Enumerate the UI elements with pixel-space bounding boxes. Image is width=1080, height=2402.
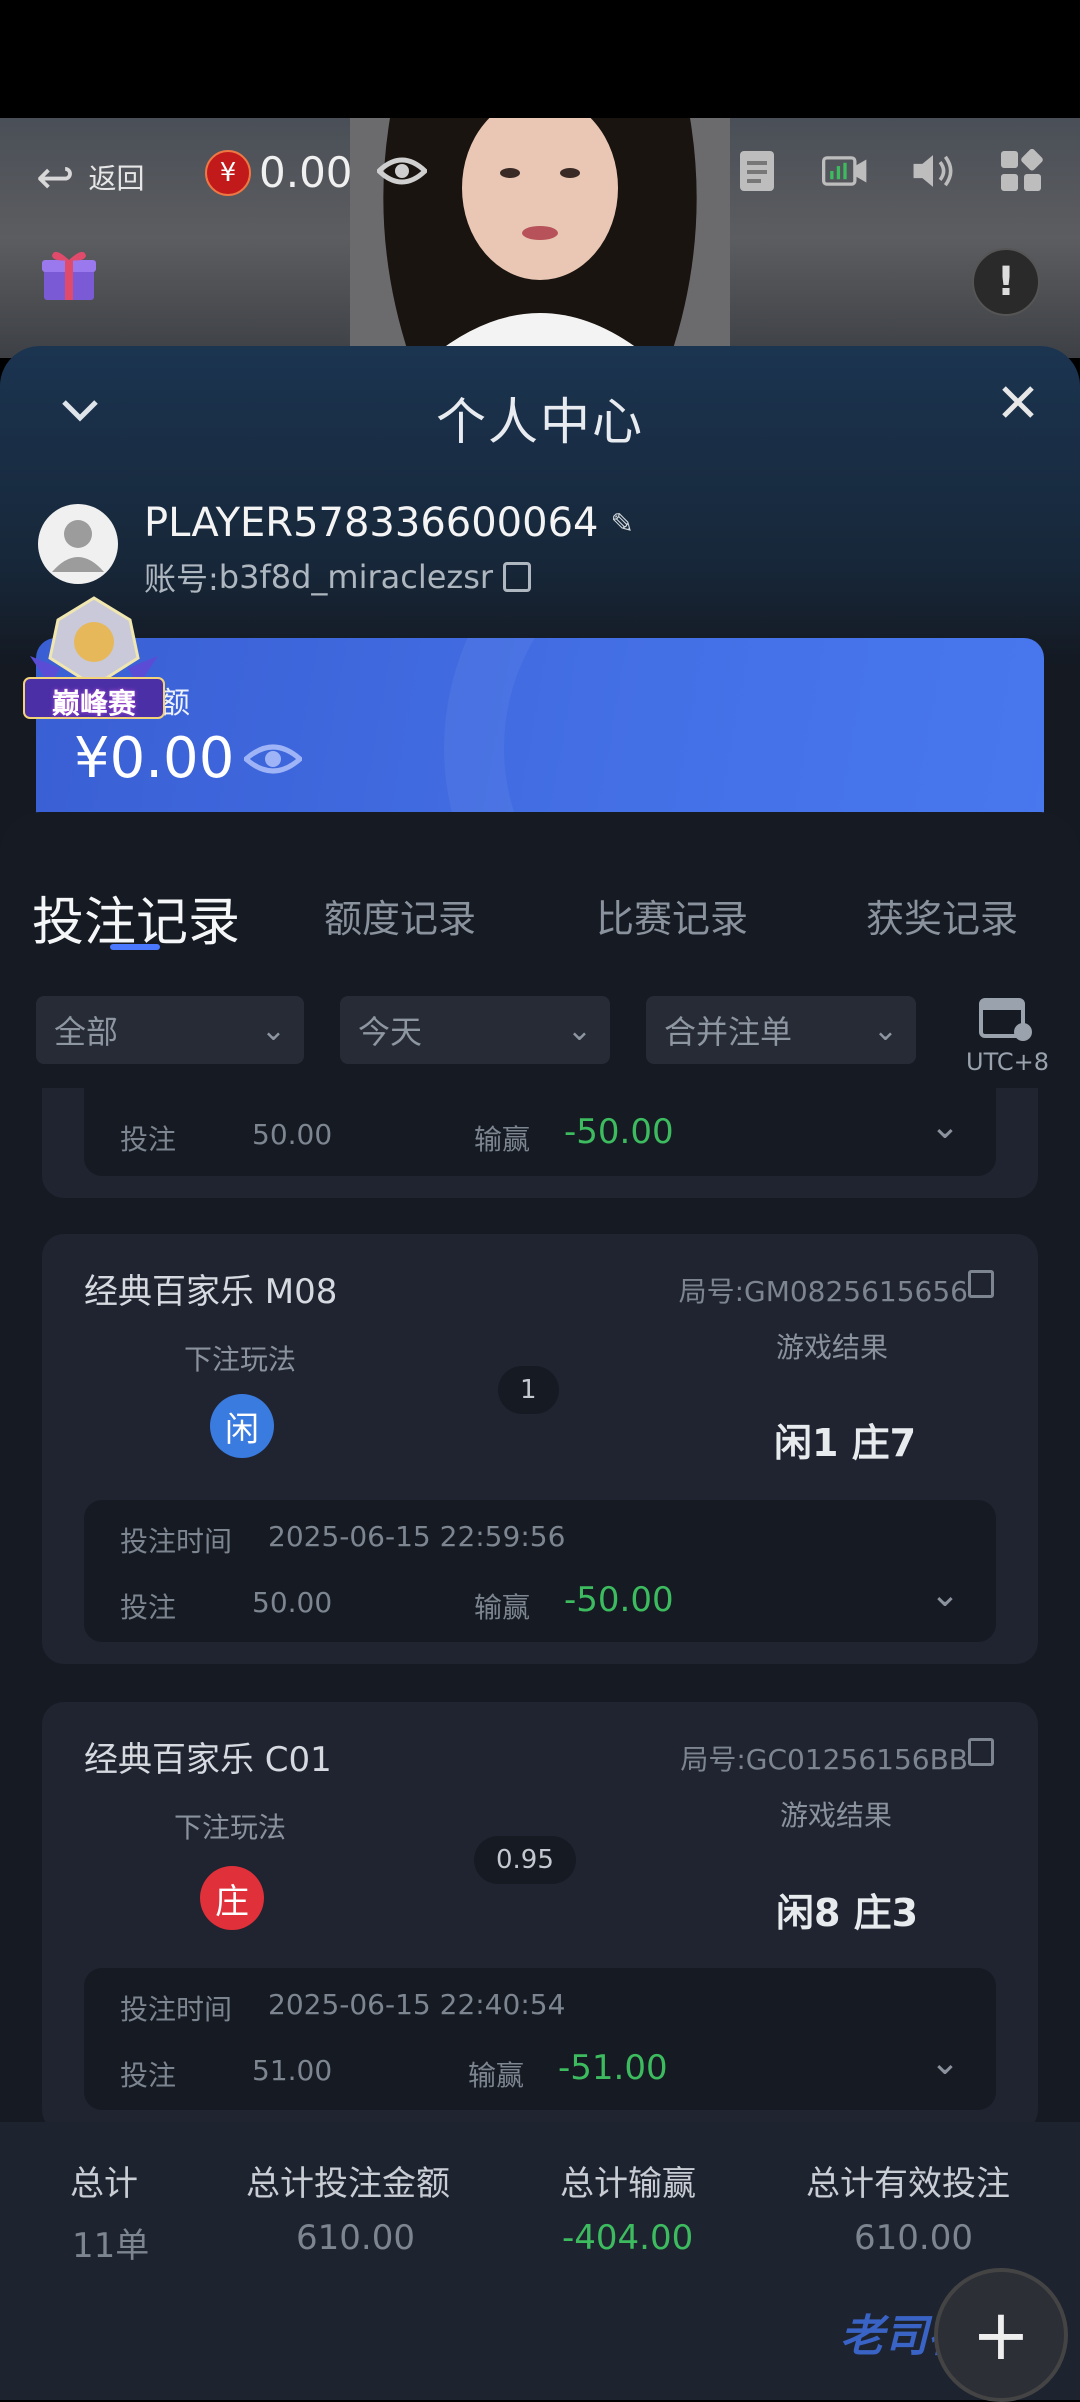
- warning-icon[interactable]: !: [972, 248, 1040, 316]
- video-camera-icon[interactable]: [822, 148, 868, 194]
- filter-date-value: 今天: [358, 1013, 423, 1051]
- eye-icon[interactable]: [242, 726, 305, 791]
- bet-amount: 51.00: [252, 2054, 333, 2087]
- game-result: 闲1 庄7: [774, 1421, 917, 1465]
- summary-total-value: 11单: [72, 2226, 150, 2266]
- top-balance: ¥ 0.00: [205, 148, 429, 197]
- expand-chevron-icon[interactable]: ⌄: [930, 1106, 960, 1147]
- top-balance-value: 0.00: [259, 148, 353, 197]
- bet-amount: 50.00: [252, 1118, 333, 1151]
- game-result-label: 游戏结果: [776, 1331, 889, 1364]
- bet-time: 2025-06-15 22:59:56: [268, 1520, 566, 1553]
- win-label: 输赢: [474, 1123, 531, 1156]
- back-arrow-icon: ↩: [36, 150, 75, 204]
- bet-detail-box: 投注时间 2025-06-15 22:40:54 投注 51.00 输赢 -51…: [84, 1968, 996, 2110]
- panel-title: 个人中心: [436, 393, 644, 451]
- bet-label: 投注: [120, 2059, 177, 2092]
- bet-time-label: 投注时间: [120, 1993, 233, 2026]
- account-value: b3f8d_miraclezsr: [218, 558, 494, 596]
- round-id: 局号:GM0825615656: [678, 1275, 968, 1308]
- copy-icon[interactable]: [968, 1738, 994, 1766]
- bet-record-card: 经典百家乐 M08 局号:GM0825615656 下注玩法 闲 1 游戏结果 …: [42, 1234, 1038, 1664]
- filter-merge-value: 合并注单: [664, 1013, 793, 1051]
- tab-prize-records[interactable]: 获奖记录: [866, 888, 1018, 943]
- account-label: 账号:: [144, 560, 219, 598]
- grid-menu-icon[interactable]: [998, 148, 1044, 194]
- edit-pencil-icon[interactable]: ✎: [610, 507, 633, 540]
- round-id: 局号:GC01256156BB: [680, 1743, 968, 1776]
- gift-icon[interactable]: [40, 244, 98, 302]
- balance-amount: ¥0.00: [74, 726, 235, 791]
- back-label: 返回: [88, 162, 145, 195]
- win-label: 输赢: [474, 1591, 531, 1624]
- chevron-down-icon: ⌄: [260, 1012, 286, 1048]
- odds-pill: 1: [498, 1366, 559, 1414]
- bet-type-badge: 闲: [210, 1394, 274, 1458]
- avatar[interactable]: [38, 504, 118, 584]
- chevron-down-icon: ⌄: [566, 1012, 592, 1048]
- bet-time: 2025-06-15 22:40:54: [268, 1988, 566, 2021]
- win-amount: -50.00: [564, 1112, 674, 1152]
- summary-win-value: -404.00: [562, 2218, 694, 2258]
- win-amount: -51.00: [558, 2048, 668, 2088]
- win-amount: -50.00: [564, 1580, 674, 1620]
- expand-chevron-icon[interactable]: ⌄: [930, 2042, 960, 2083]
- bet-record-card: 经典百家乐 C01 局号:GC01256156BB 下注玩法 庄 0.95 游戏…: [42, 1702, 1038, 2132]
- bet-play-label: 下注玩法: [174, 1811, 287, 1844]
- copy-icon[interactable]: [503, 562, 532, 592]
- summary-bet-label: 总计投注金额: [246, 2164, 450, 2204]
- account-row: 账号: b3f8d_miraclezsr: [144, 554, 532, 600]
- copy-icon[interactable]: [968, 1270, 994, 1298]
- game-result: 闲8 庄3: [776, 1891, 919, 1935]
- calendar-button[interactable]: UTC+8: [966, 994, 1049, 1076]
- game-name: 经典百家乐 C01: [84, 1740, 332, 1780]
- badge-text: 巅峰赛: [51, 687, 136, 720]
- bet-play-label: 下注玩法: [184, 1343, 297, 1376]
- eye-icon[interactable]: [374, 148, 429, 197]
- yen-icon: ¥: [205, 149, 251, 196]
- player-name-row[interactable]: PLAYER578336600064 ✎: [144, 500, 634, 546]
- timezone-label: UTC+8: [966, 1048, 1049, 1076]
- chevron-down-icon: ⌄: [872, 1012, 898, 1048]
- filter-date-select[interactable]: 今天 ⌄: [340, 996, 610, 1064]
- tab-match-records[interactable]: 比赛记录: [596, 888, 748, 943]
- active-tab-indicator: [110, 944, 160, 950]
- tournament-badge[interactable]: 巅峰赛: [20, 596, 168, 724]
- bet-label: 投注: [120, 1123, 177, 1156]
- filter-type-select[interactable]: 全部 ⌄: [36, 996, 304, 1064]
- tab-credit-records[interactable]: 额度记录: [324, 888, 476, 943]
- summary-bet-value: 610.00: [296, 2218, 415, 2258]
- volume-icon[interactable]: [910, 148, 956, 194]
- win-label: 输赢: [468, 2059, 525, 2092]
- game-name: 经典百家乐 M08: [84, 1272, 338, 1312]
- bet-record-card: 投注 50.00 输赢 -50.00 ⌄: [42, 1088, 1038, 1198]
- game-result-label: 游戏结果: [780, 1799, 893, 1832]
- bet-time-label: 投注时间: [120, 1525, 233, 1558]
- close-icon[interactable]: [1000, 376, 1036, 432]
- bet-detail-box: 投注时间 2025-06-15 22:59:56 投注 50.00 输赢 -50…: [84, 1500, 996, 1642]
- bet-type-badge: 庄: [200, 1866, 264, 1930]
- bet-label: 投注: [120, 1591, 177, 1624]
- summary-valid-label: 总计有效投注: [806, 2164, 1010, 2204]
- panel-header: 个人中心: [0, 346, 1080, 476]
- calendar-icon: [979, 998, 1032, 1041]
- balance-amount-row: ¥0.00: [74, 726, 305, 791]
- filter-merge-select[interactable]: 合并注单 ⌄: [646, 996, 916, 1064]
- document-icon[interactable]: [734, 148, 780, 194]
- bet-detail-box: 投注 50.00 输赢 -50.00 ⌄: [84, 1088, 996, 1176]
- summary-total-label: 总计: [70, 2164, 138, 2204]
- status-bar: [0, 0, 1080, 118]
- floating-plus-button[interactable]: +: [934, 2268, 1068, 2402]
- summary-valid-value: 610.00: [854, 2218, 973, 2258]
- records-tabs: 投注记录 额度记录 比赛记录 获奖记录: [0, 812, 1080, 953]
- player-name: PLAYER578336600064: [144, 500, 599, 546]
- odds-pill: 0.95: [474, 1836, 576, 1884]
- video-toolbar: [734, 148, 1044, 194]
- expand-chevron-icon[interactable]: ⌄: [930, 1574, 960, 1615]
- bet-amount: 50.00: [252, 1586, 333, 1619]
- back-button[interactable]: ↩ 返回: [36, 150, 145, 204]
- summary-win-label: 总计输赢: [560, 2164, 696, 2204]
- filter-type-value: 全部: [54, 1013, 119, 1051]
